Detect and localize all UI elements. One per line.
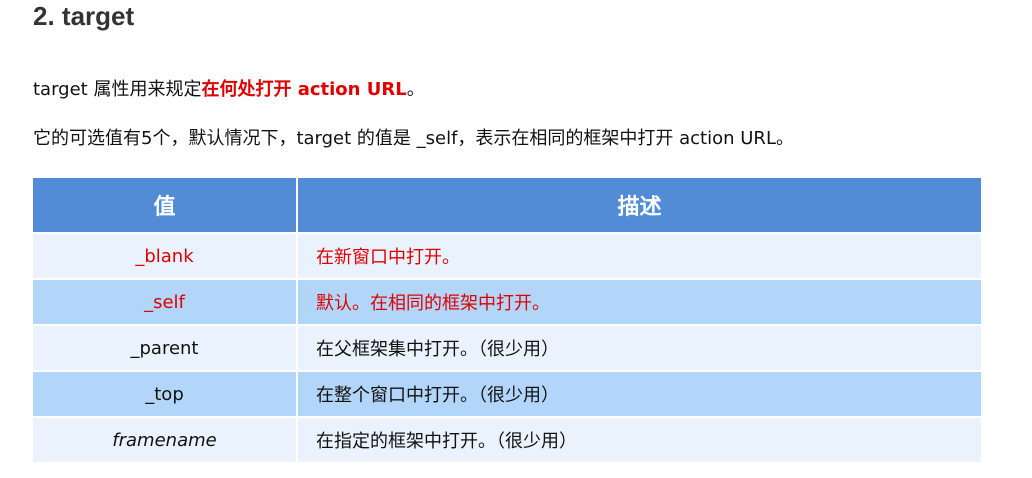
description-cell: 在父框架集中打开。（很少用） <box>297 324 981 371</box>
table-header-row: 值 描述 <box>33 178 981 233</box>
description-cell: 在新窗口中打开。 <box>297 232 981 279</box>
description-cell: 默认。在相同的框架中打开。 <box>297 278 981 325</box>
table-row: framename 在指定的框架中打开。（很少用） <box>33 416 981 462</box>
value-cell: _top <box>33 370 298 417</box>
description-paragraph: 它的可选值有5个，默认情况下，target 的值是 _self，表示在相同的框架… <box>33 128 794 149</box>
target-values-table: 值 描述 _blank 在新窗口中打开。 _self 默认。在相同的框架中打开。… <box>33 178 981 462</box>
table-row: _self 默认。在相同的框架中打开。 <box>33 278 981 325</box>
document-page: 2. target target 属性用来规定在何处打开 action URL。… <box>0 0 1032 478</box>
value-cell: _parent <box>33 324 298 371</box>
section-heading: 2. target <box>33 1 135 31</box>
description-cell: 在指定的框架中打开。（很少用） <box>297 416 981 462</box>
description-cell: 在整个窗口中打开。（很少用） <box>297 370 981 417</box>
table-row: _top 在整个窗口中打开。（很少用） <box>33 370 981 417</box>
value-cell: framename <box>33 416 298 462</box>
header-description: 描述 <box>297 178 981 233</box>
table-row: _parent 在父框架集中打开。（很少用） <box>33 324 981 371</box>
value-cell: _blank <box>33 232 298 279</box>
table-row: _blank 在新窗口中打开。 <box>33 232 981 279</box>
intro-paragraph: target 属性用来规定在何处打开 action URL。 <box>33 78 425 102</box>
intro-emphasis: 在何处打开 action URL <box>201 79 407 100</box>
header-value: 值 <box>33 178 298 233</box>
intro-prefix: target 属性用来规定 <box>33 79 202 100</box>
value-cell: _self <box>33 278 298 325</box>
intro-suffix: 。 <box>406 79 425 100</box>
